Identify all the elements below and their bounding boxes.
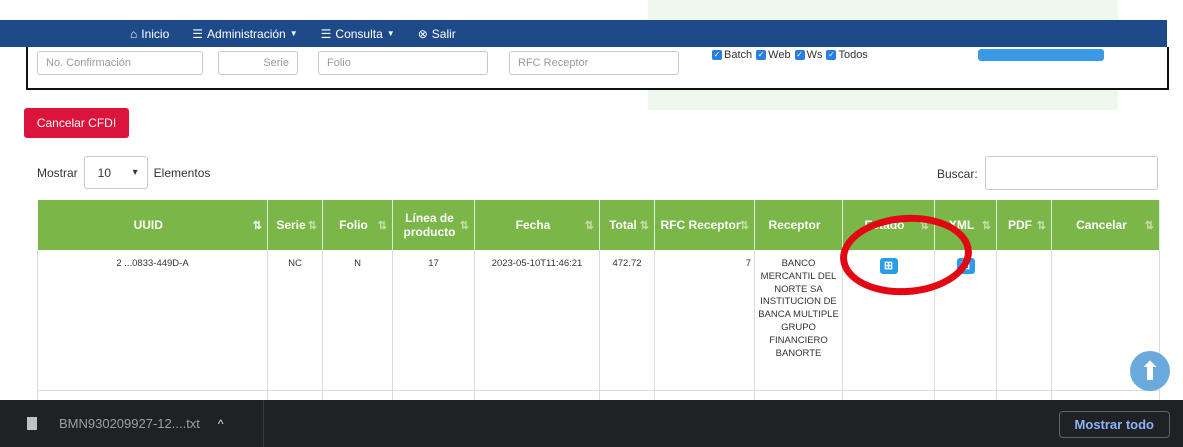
col-header-folio[interactable]: Folio ⇅ [322, 200, 393, 250]
list-icon: ☰ [320, 26, 332, 41]
col-header-label: Fecha [515, 218, 551, 232]
page-length-value: 10 [97, 165, 112, 180]
col-header-serie[interactable]: Serie ⇅ [267, 200, 323, 250]
length-menu: Mostrar 10 ▾ Elementos [37, 156, 210, 189]
sort-icon: ⇅ [377, 220, 387, 232]
col-header-label: Receptor [768, 218, 821, 232]
checkbox-web-label: Web [768, 49, 791, 61]
filter-panel: No. Confirmación Serie Folio RFC Recepto… [26, 47, 1169, 90]
sort-icon: ⇅ [459, 220, 469, 232]
show-all-button[interactable]: Mostrar todo [1058, 411, 1170, 438]
top-navbar: ⌂ Inicio ☰ Administración ▼ ☰ Consulta ▼… [0, 20, 1167, 47]
nav-consulta[interactable]: ☰ Consulta ▼ [321, 27, 395, 41]
search-input[interactable] [985, 156, 1158, 190]
caret-down-icon: ▼ [386, 29, 395, 38]
cell-pdf [996, 250, 1052, 391]
cfdi-table: UUID ⇅ Serie ⇅ Folio ⇅ Línea de producto ⇅ F… [37, 200, 1160, 402]
col-header-pdf[interactable]: PDF ⇅ [996, 200, 1052, 250]
length-menu-suffix: Elementos [153, 165, 211, 180]
col-header-linea[interactable]: Línea de producto ⇅ [392, 200, 475, 250]
arrow-up-icon: ⬆ [1139, 355, 1161, 386]
checkbox-web[interactable]: ✓ [756, 50, 767, 60]
col-header-label: Total [609, 218, 637, 232]
cell-fecha: 2023-05-10T11:46:21 [474, 250, 600, 391]
col-header-label: Cancelar [1076, 218, 1127, 232]
download-bar: BMN930209927-12....txt ^ Mostrar todo [0, 400, 1183, 447]
home-icon: ⌂ [130, 26, 138, 41]
page-length-select[interactable]: 10 ▾ [83, 156, 148, 189]
search-label: Buscar: [937, 167, 978, 181]
table-row: 2 ...0833-449D-A NC N 17 2023-05-10T11:4… [37, 250, 1160, 391]
col-header-receptor[interactable]: Receptor [754, 200, 843, 250]
serie-input[interactable]: Serie [218, 51, 298, 75]
col-header-label: UUID [133, 218, 163, 232]
checkbox-batch-label: Batch [724, 49, 753, 61]
rfc-receptor-input[interactable]: RFC Receptor [509, 51, 679, 75]
confirmacion-input[interactable]: No. Confirmación [37, 51, 203, 75]
checkbox-todos-label: Todos [838, 49, 868, 61]
download-item[interactable]: BMN930209927-12....txt ^ [0, 400, 264, 447]
col-header-label: PDF [1008, 218, 1032, 232]
col-header-label: Serie [276, 218, 306, 232]
length-menu-prefix: Mostrar [37, 165, 78, 180]
checkbox-todos[interactable]: ✓ [826, 50, 837, 60]
cell-folio: N [322, 250, 393, 391]
nav-administracion-label: Administración [207, 26, 286, 41]
sort-icon: ⇅ [584, 220, 594, 232]
sort-icon: ⇅ [307, 220, 317, 232]
download-file-name: BMN930209927-12....txt [59, 416, 200, 431]
exit-icon: ⊗ [417, 26, 428, 41]
list-icon: ☰ [192, 26, 204, 41]
sort-icon: ⇅ [252, 220, 262, 232]
cell-rfc: 7 [654, 250, 755, 391]
origin-checkboxes: ✓ Batch ✓ Web ✓ Ws ✓ Todos [708, 49, 868, 61]
nav-inicio-label: Inicio [141, 26, 170, 41]
folio-input[interactable]: Folio [318, 51, 488, 75]
table-header-row: UUID ⇅ Serie ⇅ Folio ⇅ Línea de producto ⇅ F… [37, 200, 1160, 250]
nav-salir[interactable]: ⊗ Salir [418, 27, 456, 41]
sort-icon: ⇅ [1144, 220, 1154, 232]
sort-icon: ⇅ [981, 220, 991, 232]
col-header-rfc[interactable]: RFC Receptor ⇅ [654, 200, 755, 250]
nav-consulta-label: Consulta [335, 26, 383, 41]
col-header-label: Folio [339, 218, 368, 232]
checkbox-ws-label: Ws [806, 49, 823, 61]
sort-icon: ⇅ [639, 220, 649, 232]
scroll-to-top-button[interactable]: ⬆ [1130, 351, 1170, 391]
sort-icon: ⇅ [739, 220, 749, 232]
nav-administracion[interactable]: ☰ Administración ▼ [192, 27, 297, 41]
caret-down-icon: ▼ [289, 29, 298, 38]
checkbox-ws[interactable]: ✓ [794, 50, 805, 60]
col-header-label: RFC Receptor [660, 218, 741, 232]
col-header-label: Línea de producto [403, 211, 456, 239]
chevron-up-icon[interactable]: ^ [218, 417, 224, 431]
cell-serie: NC [267, 250, 323, 391]
col-header-cancelar[interactable]: Cancelar ⇅ [1051, 200, 1160, 250]
cell-total: 472.72 [599, 250, 655, 391]
col-header-uuid[interactable]: UUID ⇅ [37, 200, 268, 250]
nav-inicio[interactable]: ⌂ Inicio [130, 27, 169, 41]
sort-icon: ⇅ [1036, 220, 1046, 232]
cancel-cfdi-button[interactable]: Cancelar CFDI [24, 108, 129, 138]
nav-salir-label: Salir [431, 26, 456, 41]
checkbox-batch[interactable]: ✓ [712, 50, 722, 60]
cell-receptor: BANCO MERCANTIL DEL NORTE SA INSTITUCION… [754, 250, 843, 391]
cell-uuid: 2 ...0833-449D-A [37, 250, 268, 391]
col-header-fecha[interactable]: Fecha ⇅ [474, 200, 600, 250]
file-icon [27, 417, 37, 430]
cell-linea: 17 [392, 250, 475, 391]
chevron-down-icon: ▾ [132, 167, 138, 178]
col-header-total[interactable]: Total ⇅ [599, 200, 655, 250]
search-submit-button[interactable] [978, 49, 1104, 61]
